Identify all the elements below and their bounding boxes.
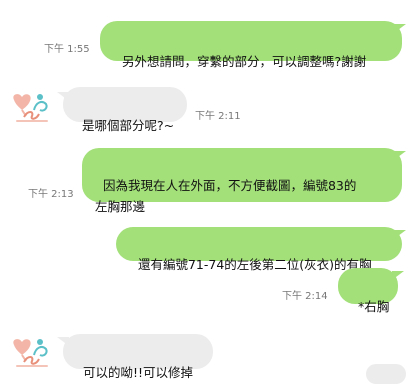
shop-logo-icon bbox=[13, 94, 48, 122]
message-text: 是哪個部分呢?~ bbox=[81, 118, 175, 133]
bubble-tail bbox=[394, 24, 406, 33]
message-text: 還有編號71-74的左後第二位(灰衣)的有胸 bbox=[137, 257, 372, 272]
incoming-message-bubble[interactable]: 可以的呦!!可以修掉 bbox=[63, 334, 213, 380]
avatar bbox=[10, 90, 54, 124]
message-text: 另外想請問，穿繫的部分，可以調整嗎?謝謝 bbox=[121, 54, 367, 69]
message-timestamp: 下午 1:55 bbox=[44, 44, 90, 55]
message-text: *右胸 bbox=[357, 299, 390, 314]
outgoing-message-bubble[interactable]: 因為我現在人在外面，不方便截圖，編號83的 左胸那邊 bbox=[82, 148, 402, 214]
outgoing-message-bubble[interactable]: *右胸 bbox=[338, 268, 398, 314]
message-timestamp: 下午 2:14 bbox=[282, 291, 328, 302]
outgoing-message-bubble[interactable]: 還有編號71-74的左後第二位(灰衣)的有胸 bbox=[116, 227, 402, 272]
message-timestamp: 下午 2:11 bbox=[195, 111, 241, 122]
bubble-tail bbox=[394, 230, 406, 239]
bubble-tail bbox=[392, 271, 404, 280]
message-text: 因為我現在人在外面，不方便截圖，編號83的 左胸那邊 bbox=[95, 178, 357, 214]
incoming-message-bubble[interactable] bbox=[366, 364, 406, 384]
outgoing-message-bubble[interactable]: 另外想請問，穿繫的部分，可以調整嗎?謝謝 bbox=[100, 21, 402, 69]
message-timestamp: 下午 2:13 bbox=[28, 189, 74, 200]
shop-logo-icon bbox=[13, 339, 48, 367]
avatar bbox=[10, 335, 54, 369]
incoming-message-bubble[interactable]: 是哪個部分呢?~ bbox=[63, 87, 187, 133]
bubble-tail bbox=[394, 151, 406, 160]
message-text: 可以的呦!!可以修掉 bbox=[82, 365, 193, 380]
